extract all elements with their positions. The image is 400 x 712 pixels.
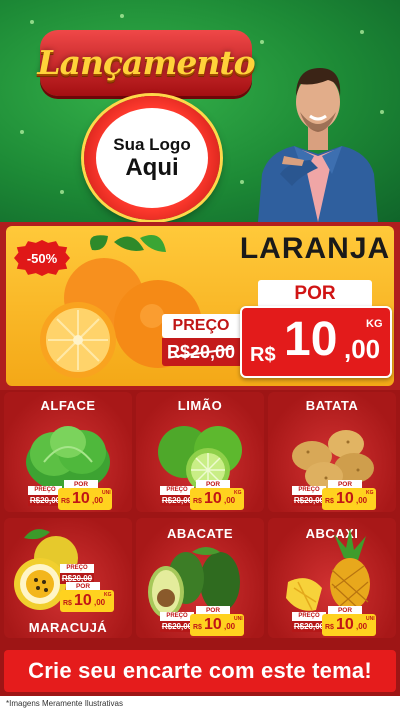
- old-price: R$20,00: [292, 495, 326, 506]
- price-decimal: ,00: [224, 496, 236, 505]
- price-unit: KG: [234, 490, 242, 496]
- price-unit: UNI: [234, 616, 243, 622]
- price-decimal: ,00: [224, 622, 236, 631]
- price-decimal: ,00: [356, 622, 368, 631]
- old-price: R$20,00: [292, 621, 326, 632]
- product-card-alface[interactable]: ALFACE PREÇO R$20,00 POR R$ 10 ,00 UNI: [4, 392, 132, 512]
- main-old-price-label: PREÇO: [162, 314, 240, 338]
- old-price: R$20,00: [160, 621, 194, 632]
- product-card-abacaxi[interactable]: ABCAXI PREÇO R$20,00 POR R$ 10 ,00 UNI: [268, 518, 396, 638]
- new-price: R$ 10 ,00 UNI: [322, 614, 376, 636]
- old-price: R$20,00: [28, 495, 62, 506]
- new-price: R$ 10 ,00 KG: [190, 488, 244, 510]
- price-currency: R$: [325, 624, 334, 631]
- logo-text-line1: Sua Logo: [113, 135, 191, 154]
- main-price-decimal: ,00: [344, 334, 381, 364]
- logo-text-line2: Aqui: [125, 154, 179, 181]
- price-integer: 10: [204, 616, 222, 633]
- product-card-batata[interactable]: BATATA PREÇO R$20,00 POR R$ 10 ,00 KG: [268, 392, 396, 512]
- price-currency: R$: [61, 498, 70, 505]
- price-unit: UNI: [102, 490, 111, 496]
- price-integer: 10: [74, 592, 92, 609]
- new-price: R$ 10 ,00 KG: [322, 488, 376, 510]
- main-price-currency: R$: [250, 344, 276, 366]
- price-unit: KG: [366, 490, 374, 496]
- price-decimal: ,00: [92, 496, 104, 505]
- price-integer: 10: [336, 490, 354, 507]
- old-price-label: PREÇO: [60, 564, 94, 573]
- page-title: Lançamento: [37, 43, 255, 82]
- product-card-abacate[interactable]: ABACATE PREÇO R$20,00 POR R$ 10 ,00 UNI: [136, 518, 264, 638]
- old-price: R$20,00: [160, 495, 194, 506]
- price-integer: 10: [204, 490, 222, 507]
- old-price-label: PREÇO: [292, 486, 326, 495]
- new-price: R$ 10 ,00 UNI: [190, 614, 244, 636]
- price-currency: R$: [325, 498, 334, 505]
- cta-button[interactable]: Crie seu encarte com este tema!: [4, 650, 396, 692]
- new-price: R$ 10 ,00 UNI: [58, 488, 112, 510]
- main-old-price: R$20,00: [162, 338, 240, 366]
- product-card-maracuja[interactable]: MARACUJÁ PREÇO R$20,00 POR R$ 10 ,00 KG: [4, 518, 132, 638]
- price-integer: 10: [336, 616, 354, 633]
- old-price-label: PREÇO: [292, 612, 326, 621]
- price-decimal: ,00: [356, 496, 368, 505]
- disclaimer-text: *Imagens Meramente Ilustrativas: [0, 696, 400, 712]
- old-price-label: PREÇO: [28, 486, 62, 495]
- old-price-label: PREÇO: [160, 612, 194, 621]
- main-price-box: R$ 10 ,00 KG: [240, 306, 392, 378]
- logo-placeholder[interactable]: Sua Logo Aqui: [96, 108, 208, 208]
- main-por-label: POR: [258, 280, 372, 308]
- price-currency: R$: [193, 498, 202, 505]
- pointing-man-image: [258, 68, 378, 222]
- main-price-integer: 10: [284, 313, 338, 366]
- price-integer: 10: [72, 490, 90, 507]
- price-currency: R$: [193, 624, 202, 631]
- old-price-label: PREÇO: [160, 486, 194, 495]
- new-price: R$ 10 ,00 KG: [60, 590, 114, 612]
- main-product-name: LARANJA: [239, 232, 391, 265]
- price-currency: R$: [63, 600, 72, 607]
- price-decimal: ,00: [94, 598, 106, 607]
- price-unit: UNI: [366, 616, 375, 622]
- product-card-limao[interactable]: LIMÃO PREÇO R$20,00 POR R$ 10 ,00 KG: [136, 392, 264, 512]
- main-price-unit: KG: [366, 318, 383, 330]
- price-unit: KG: [104, 592, 112, 598]
